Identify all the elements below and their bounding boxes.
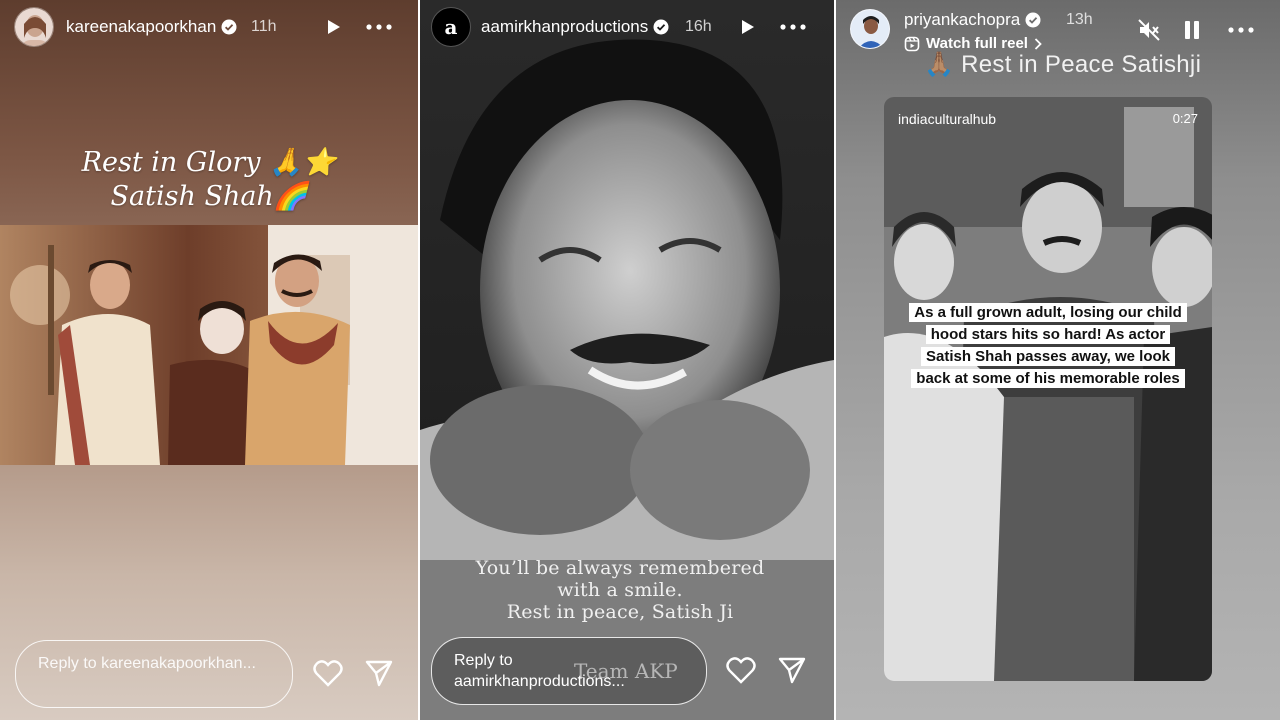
username-text[interactable]: kareenakapoorkhan (66, 17, 216, 37)
reel-overlay-text-content: As a full grown adult, losing our child … (909, 303, 1187, 388)
verified-badge-icon (221, 19, 237, 35)
caption-line-2: Satish Shah🌈 (110, 181, 308, 212)
avatar[interactable] (850, 9, 890, 49)
reply-input[interactable]: Reply to kareenakapoorkhan... (15, 640, 293, 708)
avatar[interactable] (14, 7, 54, 47)
story-panel-aamirkhanproductions[interactable]: a aamirkhanproductions 16h You’ll be alw… (420, 0, 834, 720)
avatar-letter: a (444, 15, 458, 39)
play-icon[interactable] (320, 14, 346, 40)
send-icon[interactable] (776, 654, 808, 686)
pause-icon[interactable] (1179, 17, 1205, 43)
heart-icon[interactable] (725, 654, 757, 686)
signature: Team AKP (574, 659, 678, 683)
story-caption: 🙏🏽 Rest in Peace Satishji (924, 51, 1202, 78)
chevron-right-icon (1034, 37, 1042, 50)
story-photo (0, 225, 418, 465)
reel-overlay-text: As a full grown adult, losing our child … (908, 302, 1188, 390)
story-panel-kareena[interactable]: kareenakapoorkhan 11h Rest in Glory 🙏⭐ S… (0, 0, 418, 720)
story-caption: You’ll be always remembered with a smile… (460, 557, 780, 623)
reel-timer: 0:27 (1172, 111, 1198, 126)
post-time: 11h (251, 18, 277, 35)
send-icon[interactable] (363, 657, 395, 689)
story-caption: Rest in Glory 🙏⭐ Satish Shah🌈 (0, 146, 418, 214)
more-icon[interactable] (780, 14, 806, 40)
reel-video[interactable]: indiaculturalhub 0:27 As a full grown ad… (884, 97, 1212, 681)
post-time: 16h (685, 18, 712, 35)
verified-badge-icon (653, 19, 669, 35)
reel-icon (904, 36, 920, 51)
more-icon[interactable] (1228, 17, 1254, 43)
caption-line-2: with a smile. (557, 579, 683, 601)
username-text[interactable]: aamirkhanproductions (481, 17, 648, 37)
more-icon[interactable] (366, 14, 392, 40)
username[interactable]: kareenakapoorkhan (66, 17, 237, 37)
username[interactable]: priyankachopra (904, 10, 1041, 30)
username[interactable]: aamirkhanproductions (481, 17, 669, 37)
mute-icon[interactable] (1136, 17, 1162, 43)
caption-line-1: Rest in Glory 🙏⭐ (81, 147, 337, 178)
post-time: 13h (1066, 11, 1093, 28)
story-panel-priyankachopra[interactable]: priyankachopra 13h Watch full reel 🙏🏽 Re… (836, 0, 1280, 720)
username-text[interactable]: priyankachopra (904, 10, 1020, 30)
caption-line-1: You’ll be always remembered (475, 557, 765, 579)
verified-badge-icon (1025, 12, 1041, 28)
play-icon[interactable] (734, 14, 760, 40)
avatar[interactable]: a (431, 7, 471, 47)
heart-icon[interactable] (312, 657, 344, 689)
caption-line-3: Rest in peace, Satish Ji (506, 601, 734, 623)
reel-source-handle[interactable]: indiaculturalhub (898, 111, 996, 127)
reply-placeholder: Reply to kareenakapoorkhan... (38, 655, 256, 672)
